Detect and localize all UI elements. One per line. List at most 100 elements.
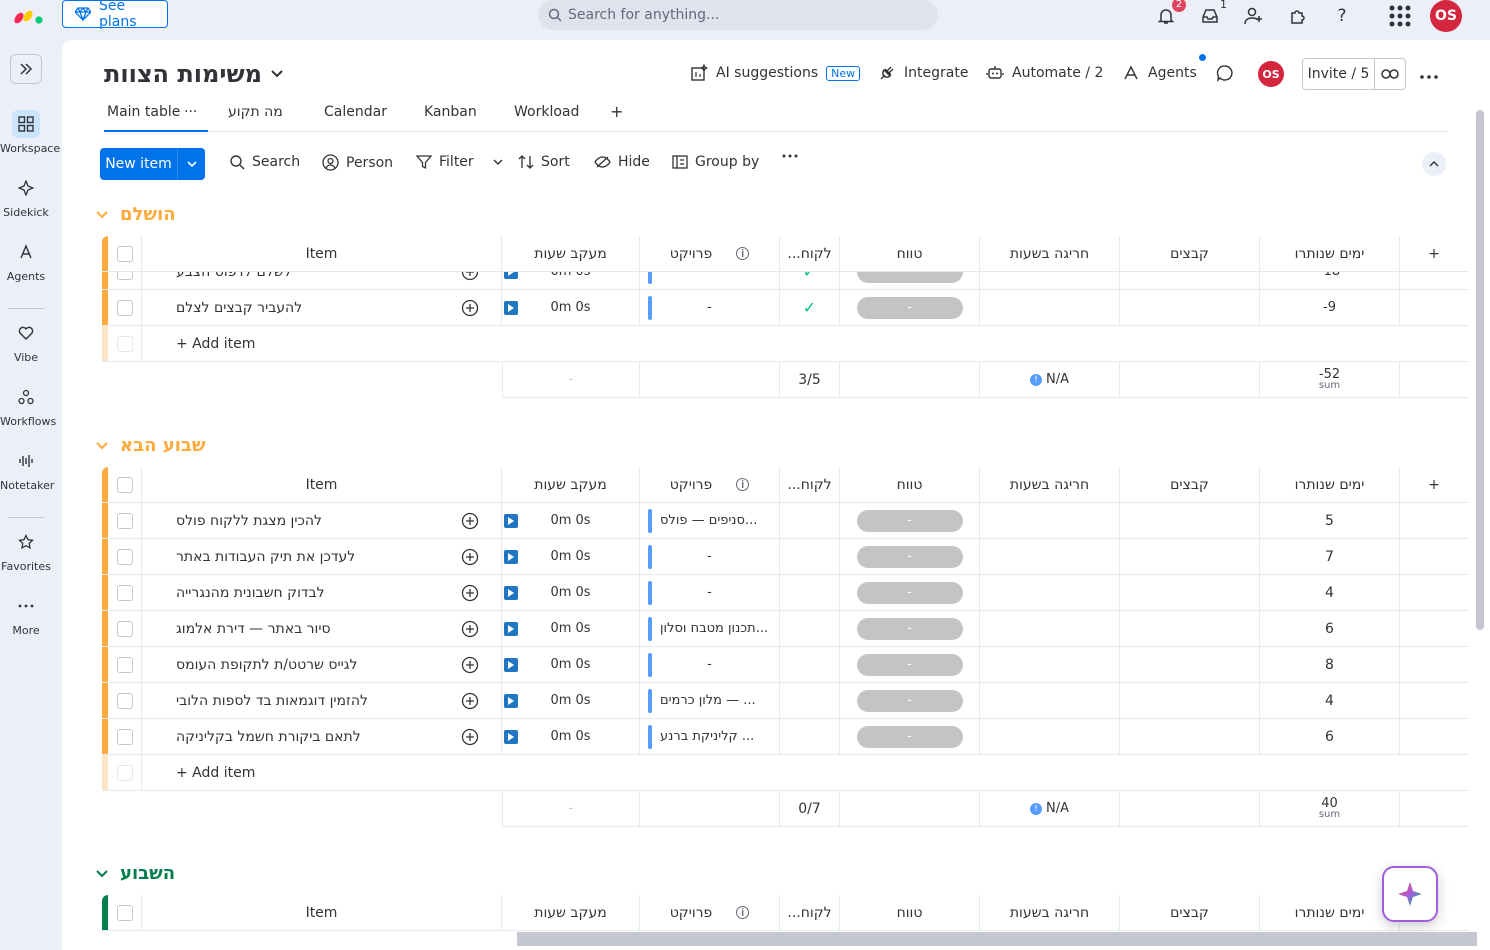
column-header-files[interactable]: קבצים [1120,467,1260,502]
tab-options-icon[interactable]: ··· [184,104,197,120]
column-header-timeline[interactable]: טווח [840,467,980,502]
column-header-days-left[interactable]: ימים שנותרו [1260,467,1400,502]
time-tracking-cell[interactable]: 0m 0s [502,683,640,718]
time-tracking-cell[interactable]: 0m 0s [502,503,640,538]
item-updates-button[interactable] [438,539,502,574]
select-all-checkbox[interactable] [108,236,142,271]
project-cell[interactable]: - [640,290,780,325]
column-header-overtime[interactable]: חריגה בשעות [980,895,1120,930]
add-item-row[interactable]: + Add item [102,326,1468,362]
global-search-input[interactable]: Search for anything... [538,0,938,30]
project-cell[interactable]: - [640,575,780,610]
timeline-cell[interactable]: - [840,575,980,610]
column-header-time-tracking[interactable]: מעקב שעות [502,467,640,502]
table-row[interactable]: להעביר קבצים לצלם 0m 0s - ✓ - -9 [102,290,1468,326]
user-avatar[interactable]: OS [1430,0,1462,32]
rail-item-sidekick[interactable]: Sidekick [0,174,52,219]
board-menu-button[interactable] [1420,68,1438,83]
item-updates-button[interactable] [438,611,502,646]
board-owner-avatar[interactable]: OS [1258,61,1284,87]
hide-columns-button[interactable]: Hide [594,154,650,170]
row-checkbox[interactable] [108,539,142,574]
automate-button[interactable]: Automate / 2 [986,64,1103,82]
files-cell[interactable] [1120,683,1260,718]
row-checkbox[interactable] [108,683,142,718]
column-header-days-left[interactable]: ימים שנותרו [1260,236,1400,271]
column-header-overtime[interactable]: חריגה בשעות [980,236,1120,271]
project-cell[interactable]: - [640,647,780,682]
item-name[interactable]: לגייס שרטט/ת לתקופת העומס [142,647,438,682]
timeline-cell[interactable]: - [840,683,980,718]
item-name[interactable]: לבדוק חשבונית מהנגרייה [142,575,438,610]
tab-workload[interactable]: Workload [514,104,579,120]
row-checkbox[interactable] [108,575,142,610]
item-updates-button[interactable] [438,683,502,718]
column-header-days-left[interactable]: ימים שנותרו [1260,895,1400,930]
item-name[interactable]: להעביר קבצים לצלם [142,290,438,325]
rail-item-workflows[interactable]: Workflows [0,383,56,428]
add-view-button[interactable]: + [610,102,623,121]
days-left-cell[interactable]: 6 [1260,719,1400,754]
table-row[interactable]: לעדכן את תיק העבודות באתר 0m 0s - -7 [102,539,1468,575]
see-plans-button[interactable]: See plans [62,0,168,30]
column-header-item[interactable]: Item [142,895,502,930]
overtime-cell[interactable] [980,539,1120,574]
add-item-row[interactable]: + Add item [102,755,1468,791]
overtime-cell[interactable] [980,647,1120,682]
invite-button[interactable]: Invite / 5 [1302,58,1406,90]
row-checkbox[interactable] [108,290,142,325]
rail-item-workspace[interactable]: Workspace [0,110,60,155]
sort-button[interactable]: Sort [518,154,570,170]
copy-link-button[interactable] [1375,59,1405,89]
column-header-project[interactable]: פרויקט i [640,467,780,502]
row-checkbox[interactable] [108,611,142,646]
time-tracking-cell[interactable]: 0m 0s [502,719,640,754]
new-item-button[interactable]: New item [100,148,205,180]
client-cell[interactable] [780,539,840,574]
column-header-files[interactable]: קבצים [1120,895,1260,930]
add-item-button[interactable]: + Add item [142,755,1468,790]
group-header-next-week[interactable]: שבוע הבא [96,435,206,456]
timeline-cell[interactable]: - [840,290,980,325]
client-cell[interactable] [780,719,840,754]
time-tracking-cell[interactable]: 0m 0s [502,647,640,682]
column-header-client[interactable]: ...לקוח [780,467,840,502]
rail-item-more[interactable]: More [0,592,52,637]
monday-logo-icon[interactable] [12,4,46,26]
client-cell[interactable] [780,611,840,646]
days-left-cell[interactable]: -9 [1260,290,1400,325]
rail-item-favorites[interactable]: Favorites [0,528,52,573]
client-cell[interactable] [780,503,840,538]
client-cell[interactable] [780,683,840,718]
invite-members-button[interactable] [1242,4,1266,28]
overtime-cell[interactable] [980,683,1120,718]
help-button[interactable]: ? [1330,4,1354,28]
table-row[interactable]: להזמין דוגמאות בד לספות הלובי 0m 0s מלון כ… [102,683,1468,719]
time-tracking-cell[interactable]: 0m 0s [502,539,640,574]
column-header-overtime[interactable]: חריגה בשעות [980,467,1120,502]
row-checkbox[interactable] [108,647,142,682]
sidekick-fab-button[interactable] [1382,866,1438,922]
column-header-project[interactable]: פרויקט i [640,895,780,930]
days-left-cell[interactable]: 5 [1260,503,1400,538]
project-cell[interactable]: מלון כרמים — ... [640,683,780,718]
column-header-timeline[interactable]: טווח [840,895,980,930]
time-tracking-cell[interactable]: 0m 0s [502,575,640,610]
item-updates-button[interactable] [438,290,502,325]
item-updates-button[interactable] [438,719,502,754]
time-tracking-cell[interactable]: 0m 0s [502,611,640,646]
overtime-cell[interactable] [980,290,1120,325]
item-name[interactable]: להזמין דוגמאות בד לספות הלובי [142,683,438,718]
client-cell[interactable] [780,647,840,682]
table-row[interactable]: לתאם ביקורת חשמל בקליניקה 0m 0s קליניקת בר… [102,719,1468,755]
files-cell[interactable] [1120,575,1260,610]
table-row[interactable]: לגייס שרטט/ת לתקופת העומס 0m 0s - -8 [102,647,1468,683]
search-button[interactable]: Search [230,154,300,170]
apps-marketplace-button[interactable] [1286,4,1310,28]
column-header-client[interactable]: ...לקוח [780,236,840,271]
overtime-cell[interactable] [980,503,1120,538]
item-name[interactable]: להכין מצגת ללקוח פולס [142,503,438,538]
item-name[interactable]: סיור באתר — דירת אלמוג [142,611,438,646]
timeline-cell[interactable]: - [840,503,980,538]
files-cell[interactable] [1120,719,1260,754]
